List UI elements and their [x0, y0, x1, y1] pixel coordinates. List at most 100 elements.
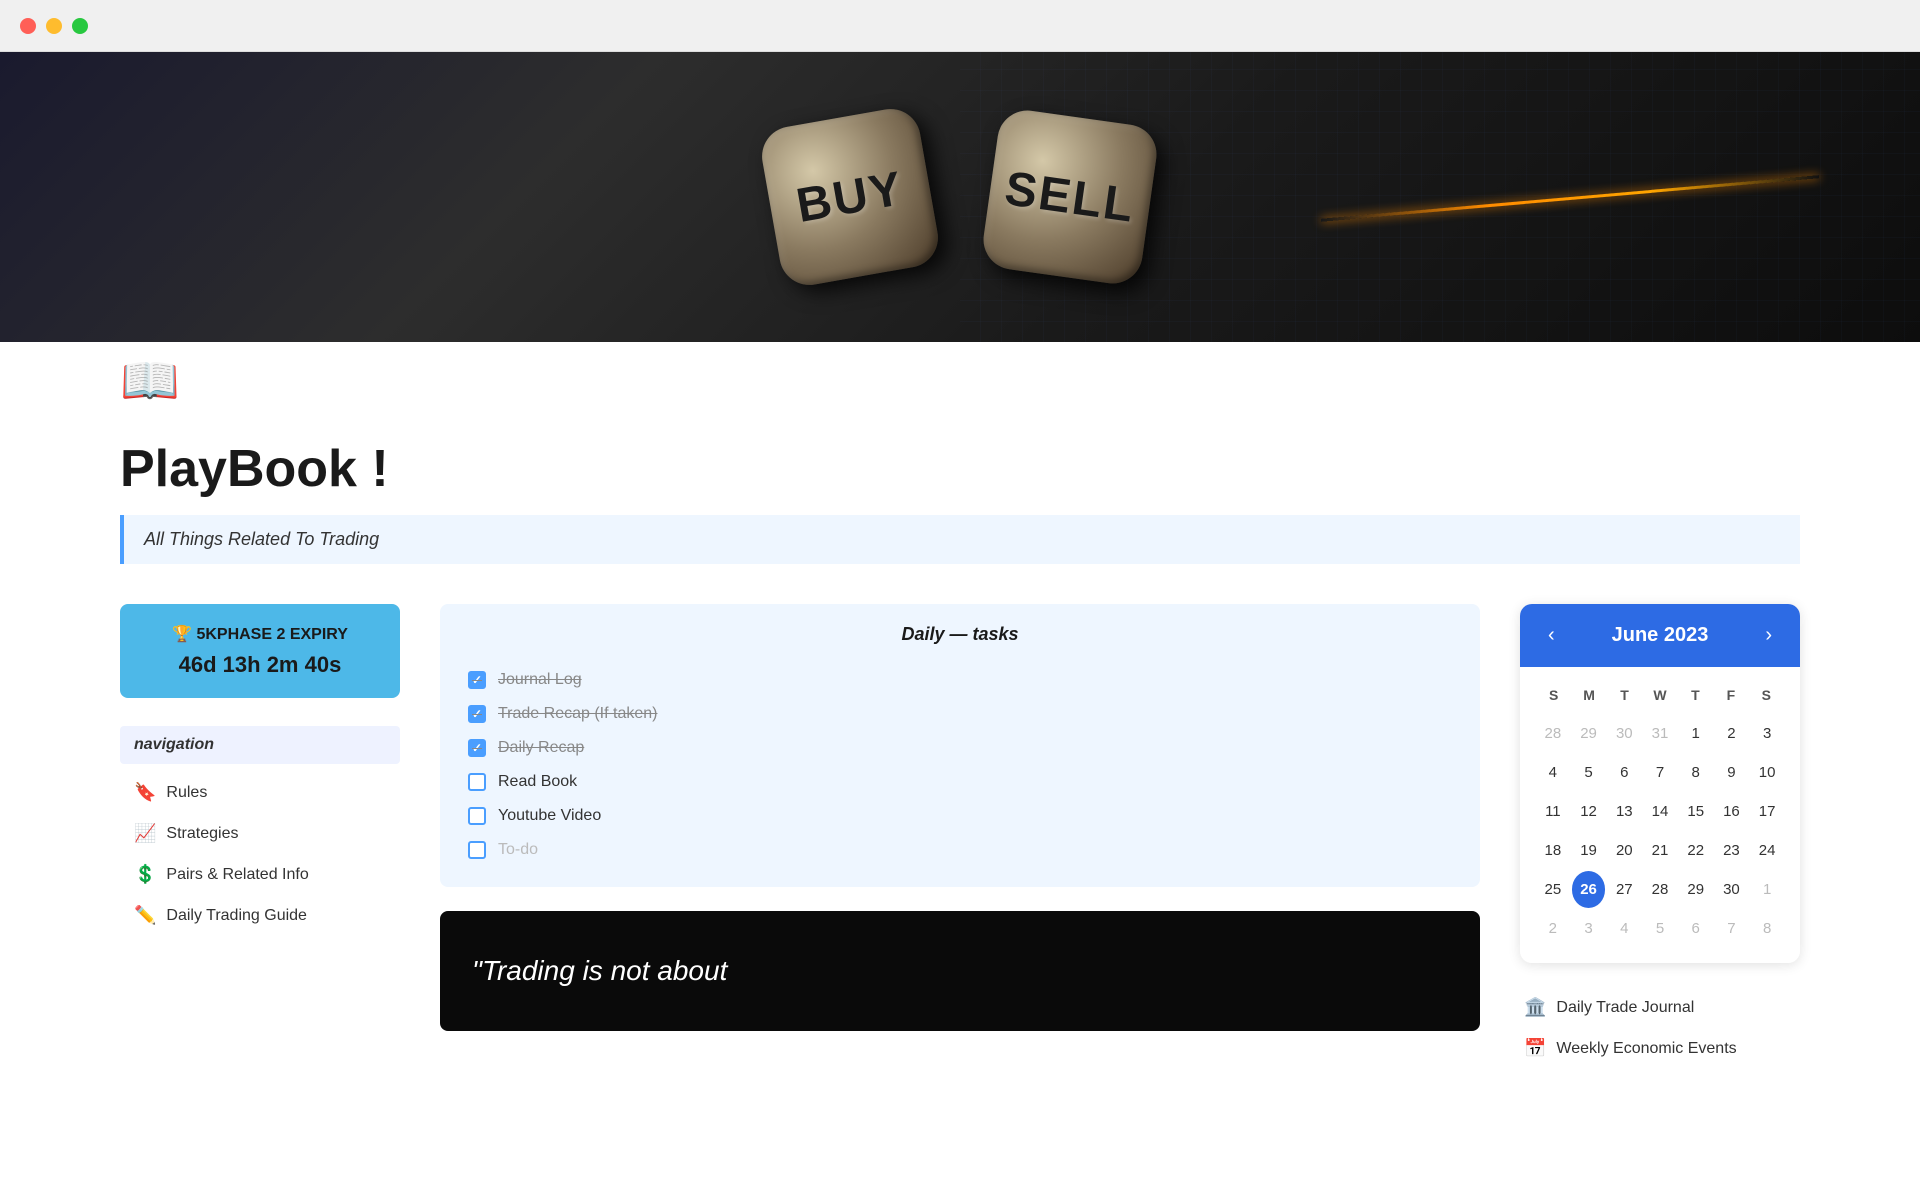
- calendar-icon: 📅: [1524, 1038, 1546, 1059]
- cal-day[interactable]: 7: [1715, 910, 1749, 947]
- dow-tuesday: T: [1607, 683, 1642, 707]
- cal-day[interactable]: 28: [1643, 871, 1677, 908]
- left-column: 🏆 5KPHASE 2 EXPIRY 46d 13h 2m 40s naviga…: [120, 604, 400, 936]
- cal-day[interactable]: 2: [1715, 715, 1749, 752]
- calendar-days-of-week: S M T W T F S: [1536, 683, 1784, 707]
- cal-day[interactable]: 18: [1536, 832, 1570, 869]
- cal-day[interactable]: 5: [1572, 754, 1606, 791]
- task-label-journal: Journal Log: [498, 671, 582, 689]
- cal-day[interactable]: 3: [1750, 715, 1784, 752]
- calendar-body: S M T W T F S 28 29 30 31 1: [1520, 667, 1800, 963]
- cal-day[interactable]: 19: [1572, 832, 1606, 869]
- timer-countdown: 46d 13h 2m 40s: [144, 652, 376, 678]
- subtitle-quote: All Things Related To Trading: [120, 515, 1800, 564]
- task-checkbox-todo[interactable]: [468, 841, 486, 859]
- sidebar-item-pairs[interactable]: 💲 Pairs & Related Info: [120, 854, 400, 895]
- cal-day[interactable]: 24: [1750, 832, 1784, 869]
- cal-day[interactable]: 4: [1536, 754, 1570, 791]
- cal-day[interactable]: 16: [1715, 793, 1749, 830]
- dow-wednesday: W: [1642, 683, 1677, 707]
- cal-day[interactable]: 10: [1750, 754, 1784, 791]
- task-item-youtube: Youtube Video: [468, 799, 1452, 833]
- close-button[interactable]: [20, 18, 36, 34]
- cal-day[interactable]: 3: [1572, 910, 1606, 947]
- cal-day[interactable]: 30: [1607, 715, 1641, 752]
- sidebar-item-rules[interactable]: 🔖 Rules: [120, 772, 400, 813]
- pairs-label: Pairs & Related Info: [166, 866, 308, 884]
- cal-day[interactable]: 27: [1607, 871, 1641, 908]
- task-checkbox-read-book[interactable]: [468, 773, 486, 791]
- cal-day[interactable]: 30: [1715, 871, 1749, 908]
- quote-image-text: "Trading is not about: [472, 951, 727, 990]
- cal-day[interactable]: 31: [1643, 715, 1677, 752]
- right-column: ‹ June 2023 › S M T W T F S: [1520, 604, 1800, 1069]
- window-chrome: [0, 0, 1920, 52]
- cal-day[interactable]: 2: [1536, 910, 1570, 947]
- cal-day[interactable]: 6: [1607, 754, 1641, 791]
- task-checkbox-journal[interactable]: [468, 671, 486, 689]
- navigation-header: navigation: [120, 726, 400, 764]
- task-item-todo: To-do: [468, 833, 1452, 867]
- dow-saturday: S: [1749, 683, 1784, 707]
- sidebar-item-strategies[interactable]: 📈 Strategies: [120, 813, 400, 854]
- strategies-label: Strategies: [166, 825, 238, 843]
- cal-day[interactable]: 29: [1572, 715, 1606, 752]
- cal-day-today[interactable]: 26: [1572, 871, 1606, 908]
- task-item-daily-recap: Daily Recap: [468, 731, 1452, 765]
- cal-day[interactable]: 22: [1679, 832, 1713, 869]
- cal-day[interactable]: 21: [1643, 832, 1677, 869]
- cal-day[interactable]: 1: [1679, 715, 1713, 752]
- calendar-next-button[interactable]: ›: [1757, 620, 1780, 651]
- task-checkbox-youtube[interactable]: [468, 807, 486, 825]
- cal-day[interactable]: 11: [1536, 793, 1570, 830]
- book-icon: 📖: [120, 352, 180, 409]
- middle-column: Daily — tasks Journal Log Trade Recap (I…: [440, 604, 1480, 1031]
- calendar-grid: 28 29 30 31 1 2 3 4 5 6 7 8 9 1: [1536, 715, 1784, 947]
- task-item-journal: Journal Log: [468, 663, 1452, 697]
- cal-day[interactable]: 17: [1750, 793, 1784, 830]
- cal-day[interactable]: 7: [1643, 754, 1677, 791]
- task-label-daily-recap: Daily Recap: [498, 739, 584, 757]
- task-label-read-book: Read Book: [498, 773, 577, 791]
- calendar-month-year: June 2023: [1612, 624, 1709, 647]
- cal-day[interactable]: 1: [1750, 871, 1784, 908]
- calendar-header: ‹ June 2023 ›: [1520, 604, 1800, 667]
- cal-day[interactable]: 28: [1536, 715, 1570, 752]
- cal-day[interactable]: 6: [1679, 910, 1713, 947]
- calendar-prev-button[interactable]: ‹: [1540, 620, 1563, 651]
- cal-day[interactable]: 8: [1679, 754, 1713, 791]
- task-checkbox-daily-recap[interactable]: [468, 739, 486, 757]
- dow-thursday: T: [1678, 683, 1713, 707]
- minimize-button[interactable]: [46, 18, 62, 34]
- dow-friday: F: [1713, 683, 1748, 707]
- journal-icon: 🏛️: [1524, 997, 1546, 1018]
- weekly-economic-events-link[interactable]: 📅 Weekly Economic Events: [1520, 1028, 1800, 1069]
- cal-day[interactable]: 20: [1607, 832, 1641, 869]
- cal-day[interactable]: 15: [1679, 793, 1713, 830]
- cal-day[interactable]: 14: [1643, 793, 1677, 830]
- dow-sunday: S: [1536, 683, 1571, 707]
- cal-day[interactable]: 8: [1750, 910, 1784, 947]
- cal-day[interactable]: 4: [1607, 910, 1641, 947]
- task-item-read-book: Read Book: [468, 765, 1452, 799]
- daily-trade-journal-label: Daily Trade Journal: [1556, 999, 1694, 1017]
- fullscreen-button[interactable]: [72, 18, 88, 34]
- cal-day[interactable]: 29: [1679, 871, 1713, 908]
- cal-day[interactable]: 5: [1643, 910, 1677, 947]
- cal-day[interactable]: 23: [1715, 832, 1749, 869]
- chart-icon: 📈: [134, 823, 156, 844]
- hero-content: BUY SELL: [770, 117, 1150, 277]
- main-layout: 🏆 5KPHASE 2 EXPIRY 46d 13h 2m 40s naviga…: [120, 604, 1800, 1069]
- daily-trade-journal-link[interactable]: 🏛️ Daily Trade Journal: [1520, 987, 1800, 1028]
- trading-guide-label: Daily Trading Guide: [166, 907, 307, 925]
- sell-dice: SELL: [980, 107, 1161, 288]
- sidebar-item-trading-guide[interactable]: ✏️ Daily Trading Guide: [120, 895, 400, 936]
- dollar-icon: 💲: [134, 864, 156, 885]
- cal-day[interactable]: 12: [1572, 793, 1606, 830]
- cal-day[interactable]: 13: [1607, 793, 1641, 830]
- cal-day[interactable]: 9: [1715, 754, 1749, 791]
- calendar-card: ‹ June 2023 › S M T W T F S: [1520, 604, 1800, 963]
- task-checkbox-trade-recap[interactable]: [468, 705, 486, 723]
- right-links: 🏛️ Daily Trade Journal 📅 Weekly Economic…: [1520, 987, 1800, 1069]
- cal-day[interactable]: 25: [1536, 871, 1570, 908]
